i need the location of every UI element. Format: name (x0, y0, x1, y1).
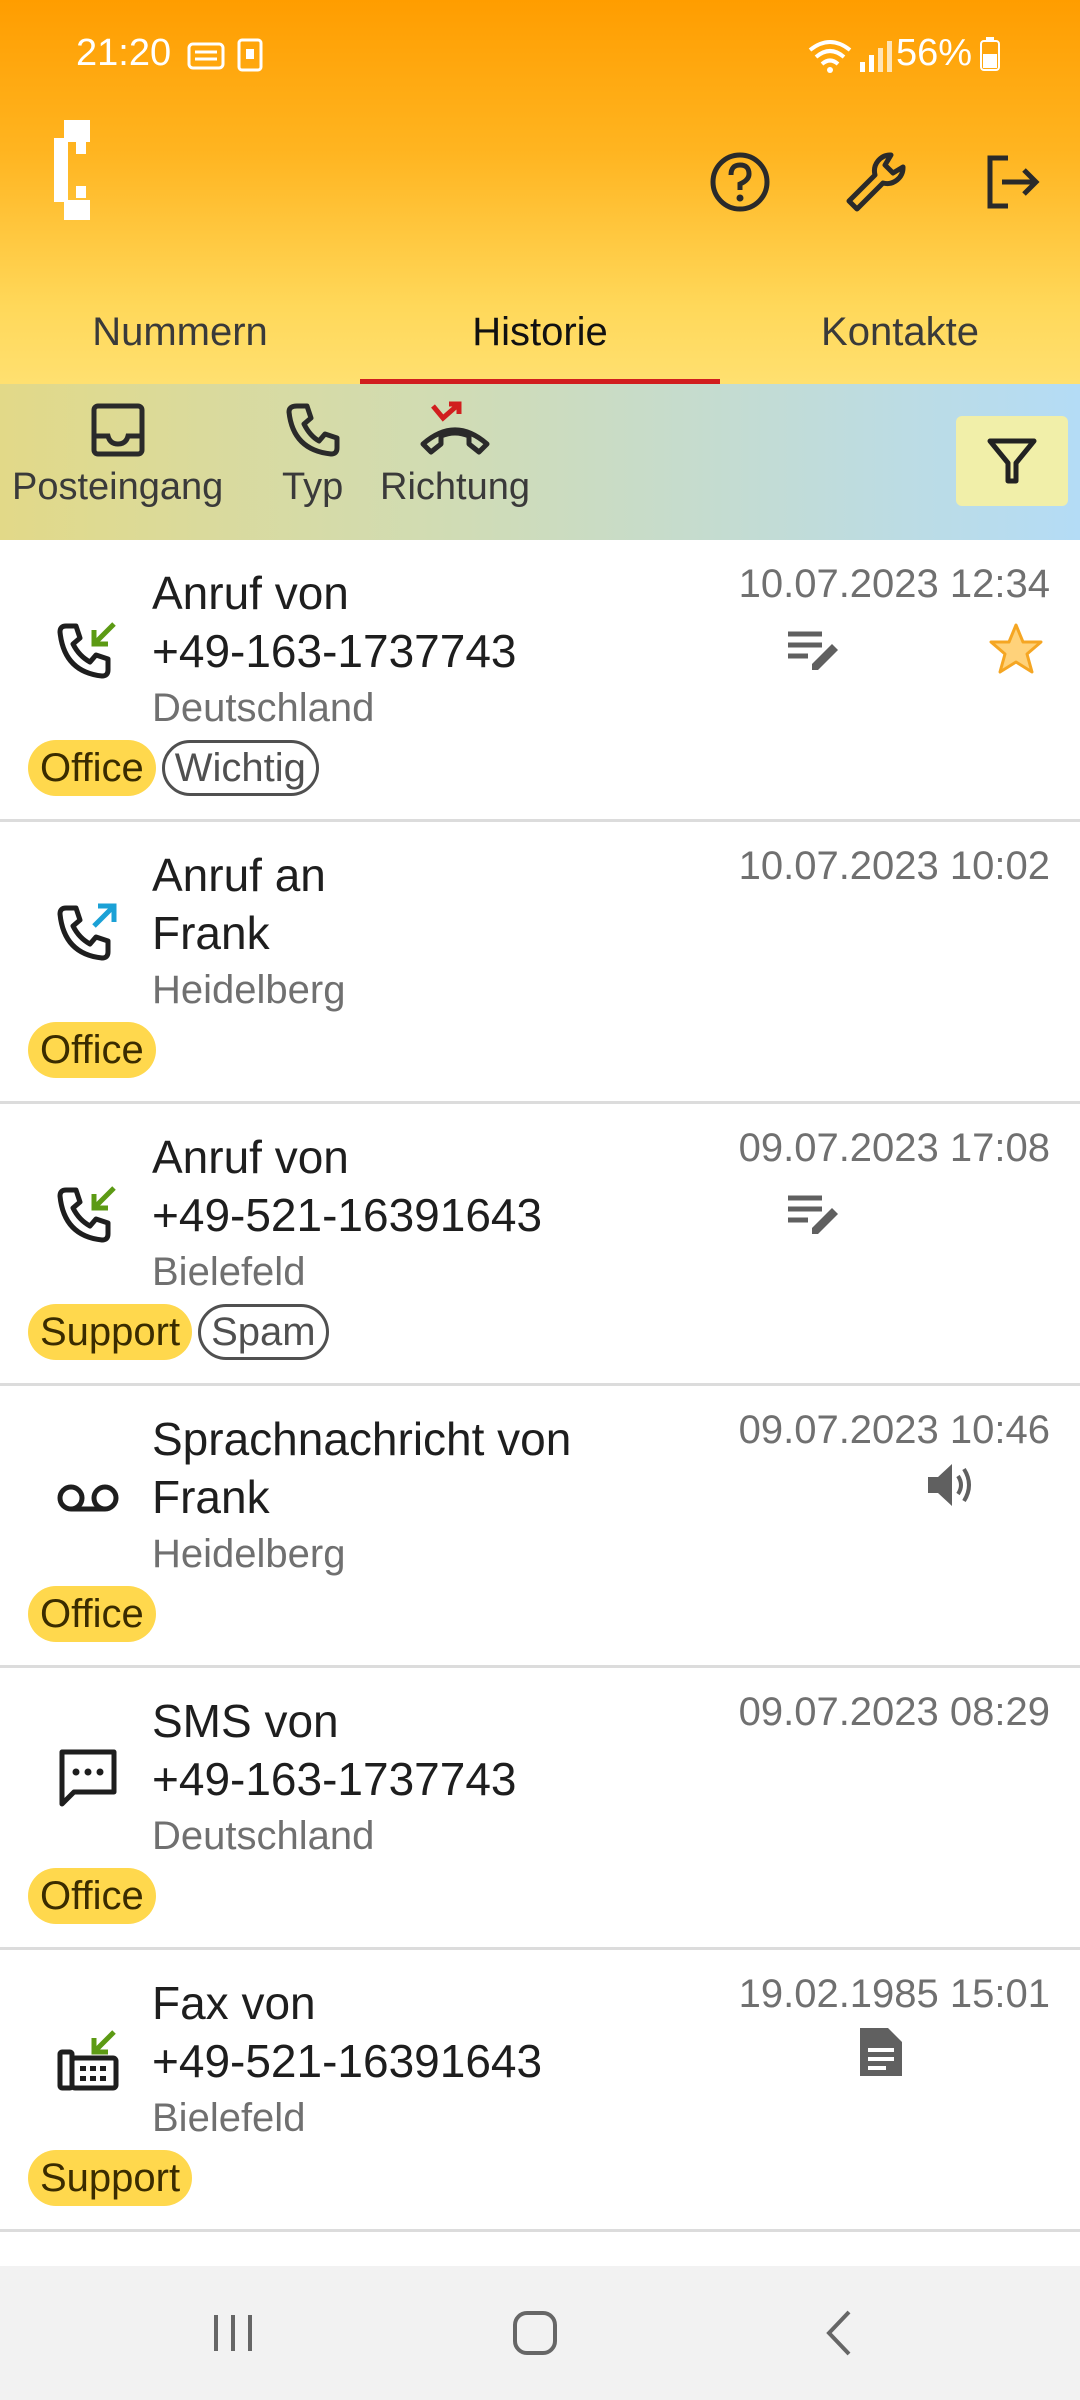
app-header: 21:20 56% Nummern Historie Kontakte (0, 0, 1080, 384)
incoming-call-icon (57, 1186, 116, 1243)
filter-toggle-button[interactable] (956, 416, 1068, 506)
tab-kontakte[interactable]: Kontakte (720, 280, 1080, 384)
app-logo-icon (54, 120, 90, 220)
back-icon (826, 2310, 851, 2356)
item-title: Anruf von +49-521-16391643 (152, 1131, 543, 1241)
wrench-icon (846, 152, 906, 212)
filter-type-button[interactable]: Typ (282, 400, 343, 509)
item-location: Deutschland (152, 1814, 375, 1858)
tab-nummern[interactable]: Nummern (0, 280, 360, 384)
filter-direction-button[interactable]: Richtung (380, 400, 530, 509)
tab-bar: Nummern Historie Kontakte (0, 280, 1080, 384)
history-item[interactable]: Anruf von +49-163-1737743 Deutschland 10… (0, 540, 1080, 822)
tag-wichtig[interactable]: Wichtig (161, 740, 319, 796)
item-date: 10.07.2023 10:02 (738, 844, 1050, 888)
filter-inbox-button[interactable]: Posteingang (12, 400, 223, 509)
tab-historie[interactable]: Historie (360, 280, 720, 384)
history-list: Anruf von +49-163-1737743 Deutschland 10… (0, 540, 1080, 2232)
item-tags: Support (28, 2150, 193, 2206)
fax-icon (57, 2030, 119, 2091)
missed-call-icon (420, 401, 490, 455)
item-title: Fax von +49-521-16391643 (152, 1977, 543, 2087)
history-item[interactable]: Fax von +49-521-16391643 Bielefeld 19.02… (0, 1950, 1080, 2232)
history-item[interactable]: Anruf von +49-521-16391643 Bielefeld 09.… (0, 1104, 1080, 1386)
app-bar (0, 110, 1080, 280)
item-date: 09.07.2023 17:08 (738, 1126, 1050, 1170)
item-location: Bielefeld (152, 2096, 306, 2140)
status-bar: 21:20 56% (0, 0, 1080, 110)
battery-status: 56% (896, 32, 1000, 75)
logout-button[interactable] (964, 134, 1060, 230)
star-icon[interactable] (988, 622, 1044, 676)
tag-office[interactable]: Office (28, 1022, 156, 1078)
battery-level: 56% (895, 32, 972, 74)
sim-icon (237, 38, 263, 72)
history-item[interactable]: Sprachnachricht von Frank Heidelberg 09.… (0, 1386, 1080, 1668)
filter-bar: Posteingang Typ Richtung (0, 384, 1080, 540)
tag-support[interactable]: Support (28, 2150, 193, 2206)
tag-support[interactable]: Support (28, 1304, 193, 1360)
item-tags: Office (28, 1022, 156, 1078)
outgoing-call-icon (57, 903, 117, 961)
item-tags: Support Spam (28, 1304, 329, 1360)
item-tags: Office (28, 1868, 156, 1924)
item-date: 10.07.2023 12:34 (738, 562, 1050, 606)
item-location: Heidelberg (152, 968, 346, 1012)
filter-type-label: Typ (282, 466, 344, 508)
help-button[interactable] (692, 134, 788, 230)
note-icon[interactable] (786, 1192, 842, 1238)
status-time: 21:20 (76, 32, 172, 74)
document-icon[interactable] (852, 2024, 908, 2080)
tag-office[interactable]: Office (28, 1868, 156, 1924)
item-tags: Office Wichtig (28, 740, 319, 796)
tag-office[interactable]: Office (28, 1586, 156, 1642)
recent-apps-icon (214, 2315, 252, 2351)
history-item[interactable]: SMS von +49-163-1737743 Deutschland 09.0… (0, 1668, 1080, 1950)
incoming-call-icon (57, 622, 116, 679)
history-item[interactable]: Anruf an Frank Heidelberg 10.07.2023 10:… (0, 822, 1080, 1104)
back-button[interactable] (794, 2296, 884, 2370)
filter-inbox-label: Posteingang (12, 466, 224, 508)
item-date: 19.02.1985 15:01 (738, 1972, 1050, 2016)
help-icon (710, 152, 770, 212)
item-date: 09.07.2023 10:46 (738, 1408, 1050, 1452)
filter-direction-label: Richtung (380, 466, 530, 508)
item-title: Sprachnachricht von Frank (152, 1413, 572, 1523)
speaker-icon[interactable] (924, 1458, 978, 1512)
signal-icon (860, 41, 892, 72)
item-title: Anruf von +49-163-1737743 (152, 567, 517, 677)
voicemail-icon (57, 1484, 119, 1512)
note-icon[interactable] (786, 628, 842, 674)
item-location: Bielefeld (152, 1250, 306, 1294)
logout-icon (987, 155, 1040, 209)
sms-icon (59, 1749, 117, 1807)
inbox-icon (91, 403, 145, 457)
filter-funnel-icon (987, 438, 1037, 484)
item-title: Anruf an Frank (152, 849, 326, 959)
tag-office[interactable]: Office (28, 740, 156, 796)
recent-apps-button[interactable] (188, 2296, 278, 2370)
item-title: SMS von +49-163-1737743 (152, 1695, 517, 1805)
item-location: Deutschland (152, 686, 375, 730)
settings-button[interactable] (828, 134, 924, 230)
phone-icon (286, 403, 340, 457)
system-nav-bar (0, 2266, 1080, 2400)
home-button[interactable] (490, 2296, 580, 2370)
notification-icon (187, 42, 225, 70)
tag-spam[interactable]: Spam (198, 1304, 329, 1360)
wifi-icon (808, 40, 852, 73)
item-date: 09.07.2023 08:29 (738, 1690, 1050, 1734)
battery-icon (980, 36, 1000, 71)
item-tags: Office (28, 1586, 156, 1642)
item-location: Heidelberg (152, 1532, 346, 1576)
home-icon (513, 2311, 557, 2355)
